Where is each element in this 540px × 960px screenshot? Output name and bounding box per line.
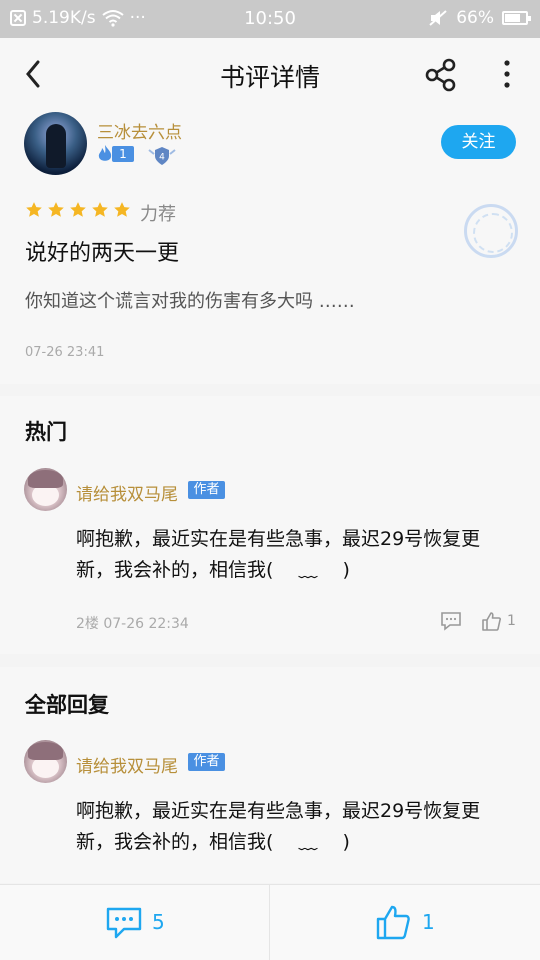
- fan-level-value: 1: [112, 146, 134, 162]
- follow-button[interactable]: 关注: [441, 125, 516, 159]
- comment-line: 啊抱歉，最近实在是有些急事，最迟29号恢复更: [76, 528, 481, 550]
- bottom-action-bar: 5 1: [0, 884, 540, 960]
- comment-line: 新，我会补的，相信我( ﹏ ): [76, 831, 350, 853]
- review-body: 你知道这个谎言对我的伤害有多大吗 ……: [25, 291, 355, 312]
- all-replies-section: 全部回复 请给我双马尾 作者 啊抱歉，最近实在是有些急事，最迟29号恢复更 新，…: [0, 667, 540, 883]
- star-icon: [26, 202, 42, 217]
- shield-level-value: 4: [159, 153, 165, 163]
- star-icon: [48, 202, 64, 217]
- like-count: 1: [507, 613, 516, 629]
- comment-meta: 2楼 07-26 22:34: [76, 616, 189, 632]
- star-icon: [70, 202, 86, 217]
- battery-icon: [502, 11, 531, 25]
- all-replies-title: 全部回复: [25, 693, 109, 717]
- reviewer-name[interactable]: 三冰去六点: [97, 118, 182, 143]
- rating-stars: [25, 201, 131, 219]
- comment-icon: [106, 907, 142, 939]
- commenter-avatar[interactable]: [24, 468, 67, 511]
- comment-line: 新，我会补的，相信我( ﹏ ): [76, 559, 350, 581]
- like-total: 1: [422, 910, 435, 934]
- star-icon: [114, 202, 130, 217]
- hot-section: 热门 请给我双马尾 作者 啊抱歉，最近实在是有些急事，最迟29号恢复更 新，我会…: [0, 396, 540, 654]
- reply-icon[interactable]: [440, 611, 462, 631]
- review-card: 三冰去六点 1 4 关注 力荐 说好的两天一更 你知道这个谎言对我的伤害有多大吗…: [0, 112, 540, 384]
- share-icon[interactable]: [424, 58, 458, 92]
- rating-label: 力荐: [140, 204, 176, 225]
- author-tag: 作者: [188, 481, 225, 499]
- hot-section-title: 热门: [25, 420, 67, 444]
- battery-percent: 66%: [456, 8, 494, 28]
- commenter-name[interactable]: 请给我双马尾: [76, 480, 178, 505]
- comment-line: 啊抱歉，最近实在是有些急事，最迟29号恢复更: [76, 800, 481, 822]
- recommend-stamp-icon: [464, 204, 518, 258]
- mute-icon: [429, 10, 447, 26]
- shield-level-badge-icon: 4: [148, 147, 176, 165]
- like-icon[interactable]: [481, 611, 501, 631]
- top-nav-bar: 书评详情: [0, 38, 540, 112]
- status-bar: 5.19K/s ··· 10:50 66%: [0, 0, 540, 38]
- author-tag: 作者: [188, 753, 225, 771]
- commenter-name[interactable]: 请给我双马尾: [76, 752, 178, 777]
- comment-count: 5: [152, 910, 165, 934]
- review-timestamp: 07-26 23:41: [25, 345, 105, 360]
- thumbs-up-icon: [376, 905, 410, 940]
- fan-level-badge: 1: [96, 144, 136, 164]
- reviewer-avatar[interactable]: [24, 112, 87, 175]
- commenter-avatar[interactable]: [24, 740, 67, 783]
- review-title: 说好的两天一更: [25, 241, 180, 266]
- comment-body[interactable]: 啊抱歉，最近实在是有些急事，最迟29号恢复更 新，我会补的，相信我( ﹏ ): [76, 524, 516, 586]
- more-options-icon[interactable]: [496, 56, 518, 92]
- star-icon: [92, 202, 108, 217]
- comment-body[interactable]: 啊抱歉，最近实在是有些急事，最迟29号恢复更 新，我会补的，相信我( ﹏ ): [76, 796, 516, 858]
- like-button[interactable]: 1: [270, 885, 540, 960]
- comment-button[interactable]: 5: [0, 885, 269, 960]
- page-title: 书评详情: [219, 63, 320, 92]
